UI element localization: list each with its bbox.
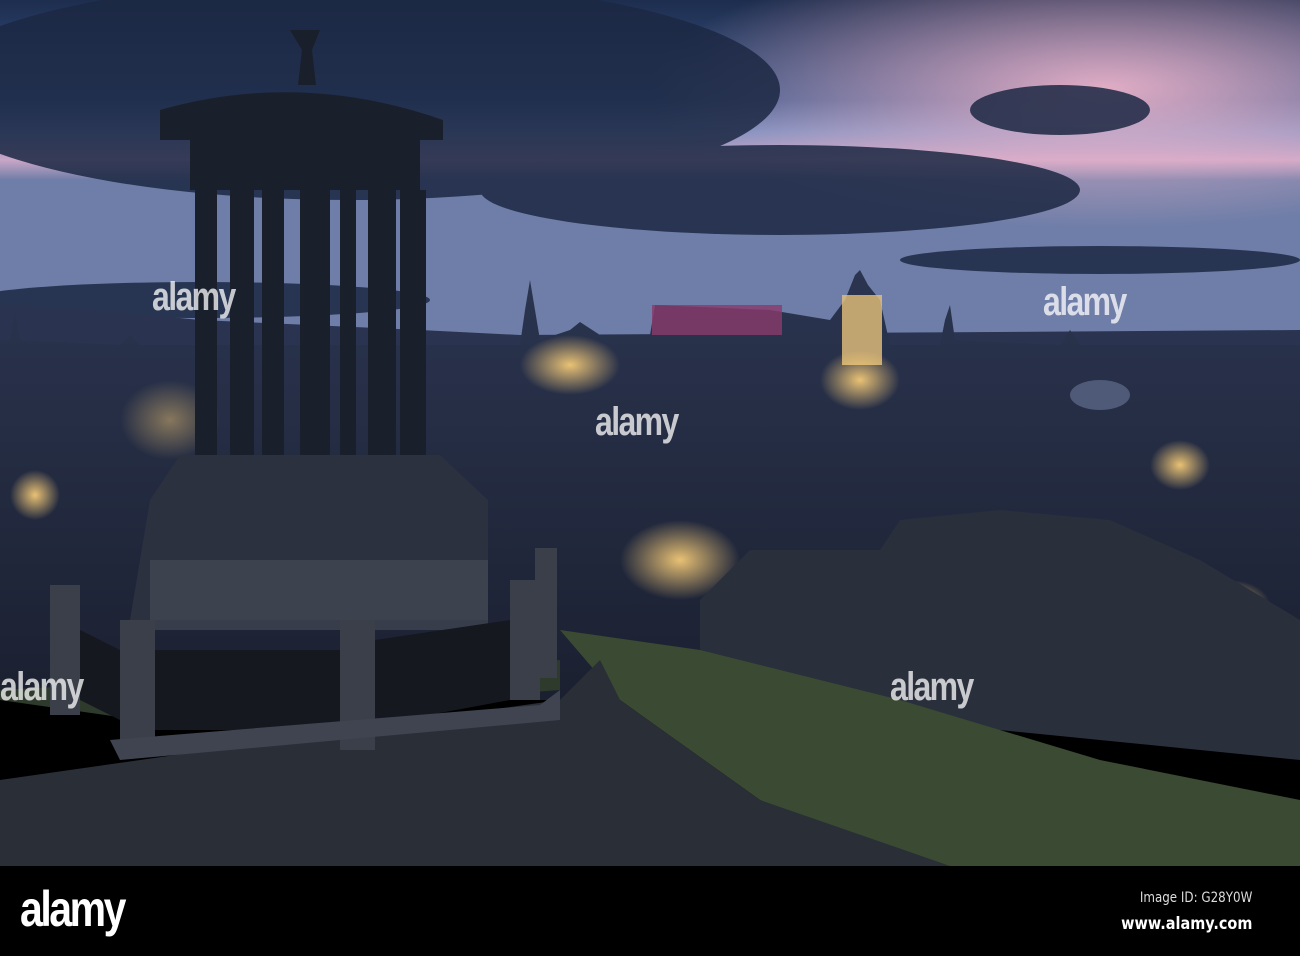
image-id: Image ID: G28Y0W — [1139, 890, 1252, 906]
watermark: alamy — [1043, 280, 1127, 324]
watermark: alamy — [0, 665, 84, 709]
watermark: alamy — [595, 400, 679, 444]
alamy-logo: alamy — [20, 881, 126, 937]
stock-photo: alamy alamy alamy alamy alamy alamy Imag… — [0, 0, 1300, 956]
footer-bar: alamy Image ID: G28Y0W www.alamy.com — [0, 866, 1300, 956]
site-url: www.alamy.com — [1120, 914, 1252, 934]
watermark: alamy — [890, 665, 974, 709]
castle — [652, 305, 782, 335]
watermark: alamy — [152, 275, 236, 319]
